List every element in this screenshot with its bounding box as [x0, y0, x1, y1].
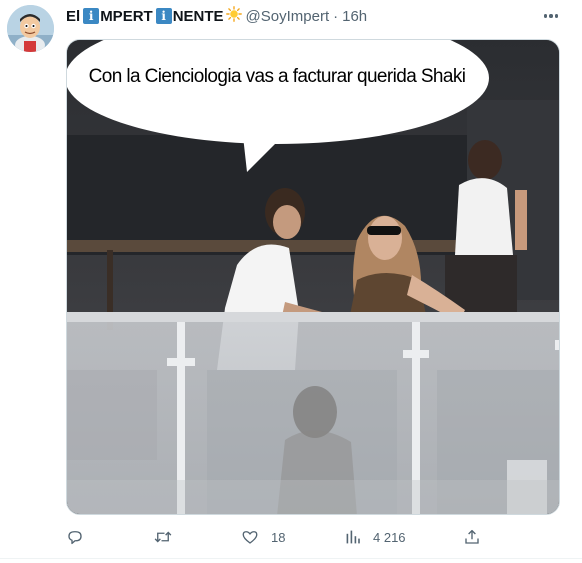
share-icon	[463, 528, 481, 546]
retweet-button[interactable]	[153, 520, 173, 554]
tweet-actions-bar: 18 4 216	[0, 520, 582, 554]
separator-dot: ·	[333, 7, 339, 25]
like-count: 18	[271, 529, 286, 545]
retweet-icon	[153, 528, 173, 546]
analytics-icon	[345, 529, 361, 545]
share-button[interactable]	[463, 520, 481, 554]
tweet[interactable]: El i MPERT i NENTE @SoyImpert · 16h Con …	[0, 0, 582, 563]
sun-emoji-icon	[225, 6, 242, 26]
author-name-prefix: El	[66, 7, 81, 25]
author-name-mid: MPERT	[100, 7, 153, 25]
author-name-end: NENTE	[172, 7, 224, 25]
reply-icon	[66, 528, 84, 546]
tweet-media[interactable]: Con la Cienciologia vas a facturar queri…	[66, 39, 560, 515]
views-count: 4 216	[373, 529, 406, 545]
tweet-header: El i MPERT i NENTE @SoyImpert · 16h	[66, 5, 367, 27]
author-handle[interactable]: @SoyImpert	[246, 8, 330, 25]
tweet-timestamp[interactable]: 16h	[342, 8, 367, 25]
information-emoji-icon: i	[83, 8, 100, 24]
media-caption: Con la Cienciologia vas a facturar queri…	[88, 66, 466, 87]
information-emoji-icon: i	[155, 8, 172, 24]
reply-button[interactable]	[66, 520, 84, 554]
more-options-icon[interactable]	[540, 6, 562, 26]
avatar[interactable]	[7, 5, 54, 52]
heart-icon	[241, 528, 259, 546]
views-button[interactable]: 4 216	[345, 520, 406, 554]
tweet-divider	[0, 558, 582, 559]
media-photo	[67, 40, 559, 514]
author-name[interactable]: El i MPERT i NENTE	[66, 6, 242, 26]
like-button[interactable]: 18	[241, 520, 285, 554]
